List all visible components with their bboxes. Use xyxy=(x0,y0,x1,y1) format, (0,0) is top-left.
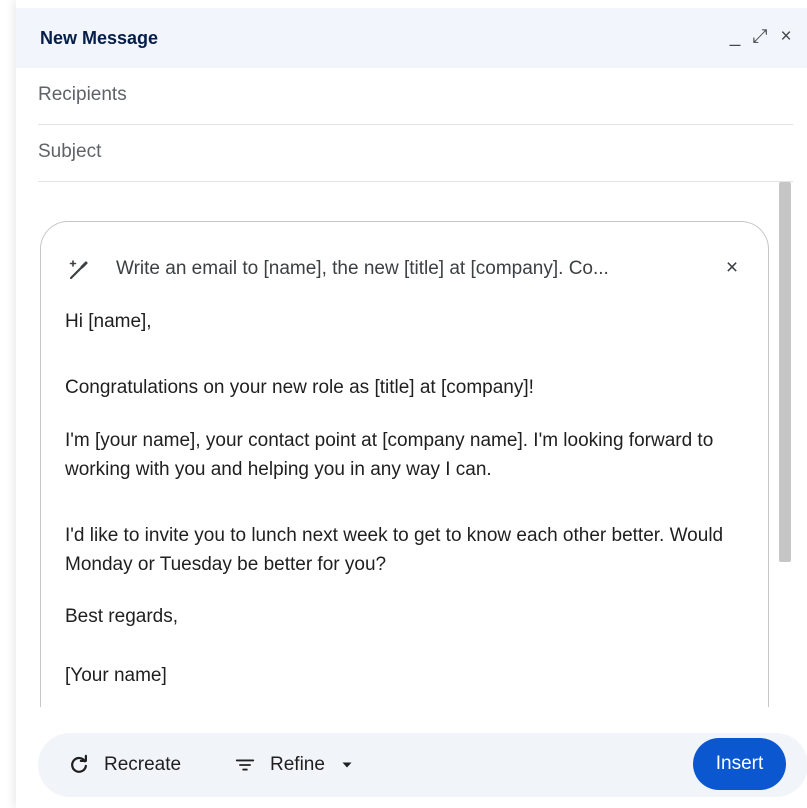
caret-down-icon[interactable] xyxy=(341,759,353,771)
recipients-field[interactable]: Recipients xyxy=(38,68,793,125)
minimize-icon[interactable]: _ xyxy=(724,24,746,50)
insert-button[interactable]: Insert xyxy=(693,738,786,790)
compose-title: New Message xyxy=(40,28,159,48)
recipients-placeholder: Recipients xyxy=(38,84,127,105)
subject-field[interactable]: Subject xyxy=(38,125,793,182)
draft-paragraph: Congratulations on your new role as [tit… xyxy=(65,377,534,398)
magic-wand-pen-icon xyxy=(69,260,88,280)
refine-button[interactable]: Refine xyxy=(234,733,353,797)
draft-paragraph: [Your name] xyxy=(65,665,167,686)
refine-label: Refine xyxy=(270,754,325,775)
compose-title-bar: New Message _ ⤢ × xyxy=(16,8,807,68)
draft-paragraph: Best regards, xyxy=(65,606,178,627)
subject-placeholder: Subject xyxy=(38,141,102,162)
draft-paragraph: I'd like to invite you to lunch next wee… xyxy=(65,525,724,575)
close-icon[interactable]: × xyxy=(719,255,745,281)
scrollbar-thumb[interactable] xyxy=(779,182,791,562)
compose-window: New Message _ ⤢ × Recipients Subject Wri… xyxy=(16,0,807,808)
refresh-icon xyxy=(71,754,87,773)
help-me-write-action-bar: Recreate Refine Insert xyxy=(38,733,807,797)
draft-paragraph: Hi [name], xyxy=(65,311,152,332)
filter-lines-icon xyxy=(235,759,255,771)
recreate-label: Recreate xyxy=(104,754,182,775)
prompt-text[interactable]: Write an email to [name], the new [title… xyxy=(116,258,696,280)
recreate-button[interactable]: Recreate xyxy=(68,733,181,797)
draft-paragraph: I'm [your name], your contact point at [… xyxy=(65,430,714,480)
close-window-icon[interactable]: × xyxy=(775,24,797,50)
help-me-write-card: Write an email to [name], the new [title… xyxy=(40,221,769,707)
expand-icon[interactable]: ⤢ xyxy=(749,24,771,50)
